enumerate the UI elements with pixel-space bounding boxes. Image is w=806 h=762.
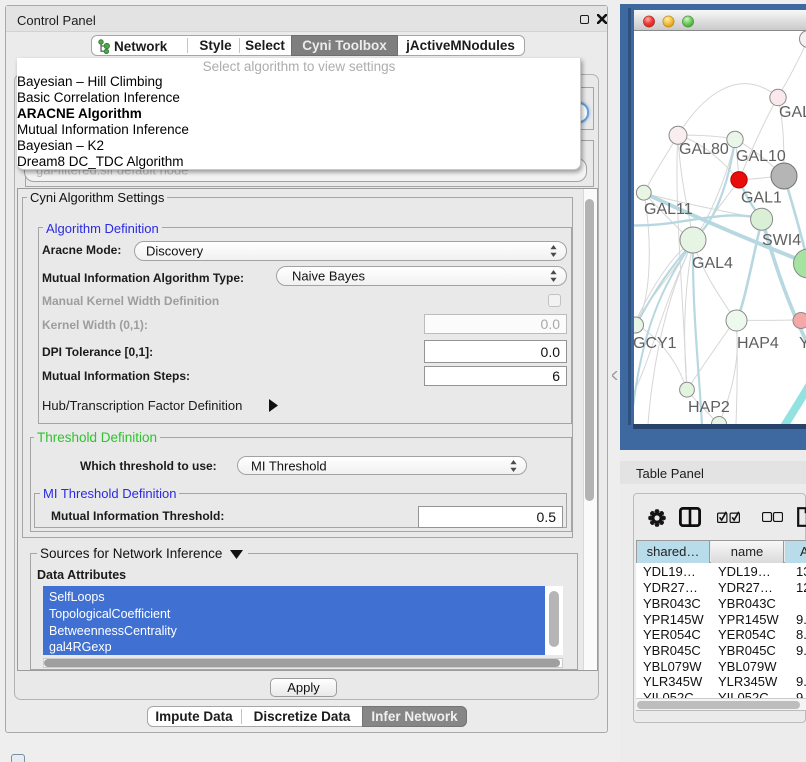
svg-text:GAL10: GAL10 (736, 148, 786, 165)
svg-text:SWI4: SWI4 (762, 232, 801, 249)
svg-text:GAL1: GAL1 (741, 190, 782, 207)
svg-text:GAL11: GAL11 (644, 201, 693, 218)
svg-text:HAP2: HAP2 (688, 399, 730, 416)
svg-text:GAL4: GAL4 (692, 255, 733, 272)
svg-text:Y: Y (799, 335, 806, 352)
svg-text:HAP4: HAP4 (737, 335, 779, 352)
svg-text:GCY1: GCY1 (634, 335, 677, 352)
svg-text:GAL2: GAL2 (779, 104, 806, 121)
svg-text:GAL80: GAL80 (679, 141, 729, 158)
